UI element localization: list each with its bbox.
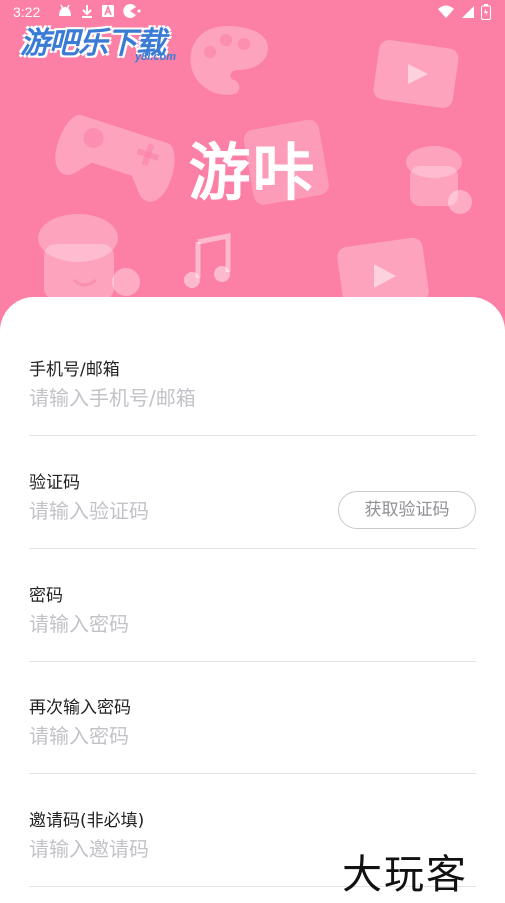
confirm-password-input[interactable] xyxy=(29,722,329,750)
password-input[interactable] xyxy=(29,610,329,638)
watermark-logo: 游吧乐下载 y8l.com xyxy=(20,18,190,70)
phone-email-input[interactable] xyxy=(29,384,329,412)
phone-email-label: 手机号/邮箱 xyxy=(29,360,120,380)
confirm-password-field: 再次输入密码 xyxy=(29,661,476,774)
watermark-logo-sub: y8l.com xyxy=(135,51,176,63)
battery-icon xyxy=(481,4,491,20)
pacman-icon xyxy=(123,4,141,18)
password-field: 密码 xyxy=(29,549,476,662)
phone-email-field: 手机号/邮箱 xyxy=(29,323,476,436)
palette-icon xyxy=(190,26,268,95)
header-banner: 3:22 游吧乐下载 y8l.com 游咔 xyxy=(0,0,505,330)
invite-code-input[interactable] xyxy=(29,835,329,863)
status-icons-right xyxy=(437,4,491,20)
app-name: 游咔 xyxy=(188,136,317,209)
verification-code-label: 验证码 xyxy=(29,473,80,493)
status-icons-left xyxy=(57,4,141,18)
verification-code-input[interactable] xyxy=(29,497,329,525)
corner-watermark: 大玩客 xyxy=(342,852,468,898)
download-icon xyxy=(82,5,92,18)
password-label: 密码 xyxy=(29,586,63,606)
music-note-icon xyxy=(184,232,231,288)
confirm-password-label: 再次输入密码 xyxy=(29,698,131,718)
acorn-character-icon xyxy=(38,214,140,300)
get-code-button[interactable]: 获取验证码 xyxy=(338,491,476,529)
wifi-icon xyxy=(438,5,454,18)
android-debug-icon xyxy=(59,4,71,16)
video-card-icon xyxy=(373,40,459,108)
invite-code-label: 邀请码(非必填) xyxy=(29,811,145,831)
font-icon xyxy=(102,4,114,17)
signal-icon xyxy=(462,6,474,18)
